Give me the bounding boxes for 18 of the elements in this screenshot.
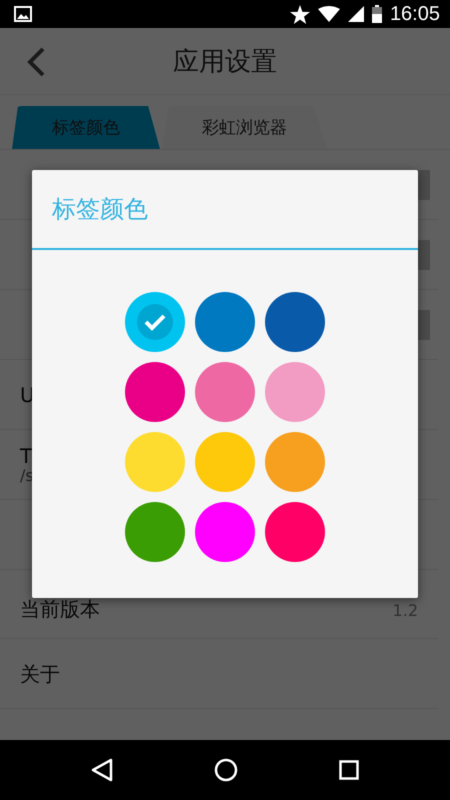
page-title: 应用设置 [173, 46, 277, 78]
picture-notification-icon [14, 6, 32, 22]
signal-icon [348, 6, 364, 22]
star-icon [290, 4, 310, 24]
wifi-icon [318, 6, 340, 22]
dialog-title: 标签颜色 [32, 170, 418, 250]
setting-title: 当前版本 [20, 598, 101, 620]
tab[interactable]: 标签颜色 [12, 106, 160, 149]
toggle-switch[interactable] [418, 240, 430, 270]
setting-title: 关于 [20, 662, 61, 684]
battery-icon [372, 5, 382, 23]
home-icon[interactable] [214, 758, 238, 782]
setting-title: T [20, 444, 34, 467]
clock-time: 16:05 [390, 2, 440, 26]
recent-apps-icon[interactable] [339, 760, 360, 780]
toggle-switch[interactable] [418, 170, 430, 200]
check-icon [144, 313, 166, 331]
toggle-switch[interactable] [418, 310, 430, 340]
